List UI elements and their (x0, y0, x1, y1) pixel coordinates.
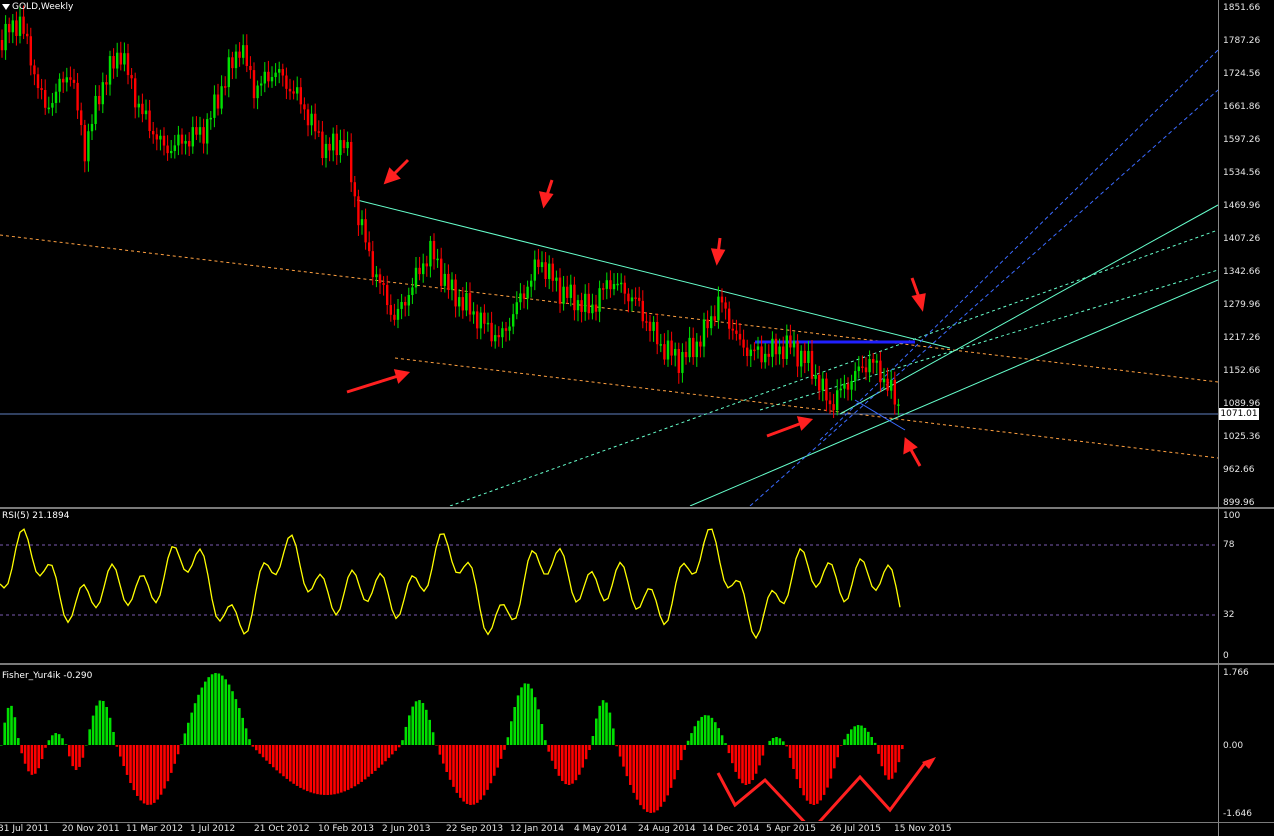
price-label: 1724.56 (1223, 69, 1261, 79)
price-label: 1152.66 (1223, 366, 1261, 376)
price-label: 1279.96 (1223, 300, 1261, 310)
rsi-pane[interactable]: RSI(5) 21.1894 (0, 509, 1274, 661)
fisher-level-label: 1.766 (1223, 668, 1249, 678)
rsi-level-label: 0 (1223, 651, 1229, 661)
price-label: 1534.56 (1223, 168, 1261, 178)
time-label: 14 Dec 2014 (702, 824, 760, 834)
current-price-badge: 1071.01 (1219, 408, 1259, 420)
time-label: 5 Apr 2015 (766, 824, 816, 834)
time-label: 1 Jul 2012 (190, 824, 236, 834)
fisher-level-label: 0.00 (1223, 741, 1244, 751)
time-label: 10 Feb 2013 (318, 824, 375, 834)
price-label: 1597.26 (1223, 135, 1261, 145)
price-label: 1342.66 (1223, 267, 1261, 277)
time-label: 26 Jul 2015 (830, 824, 881, 834)
chart-title: GOLD,Weekly (12, 2, 74, 12)
price-label: 1661.86 (1223, 102, 1261, 112)
time-label: 2 Jun 2013 (382, 824, 431, 834)
time-label: 12 Jan 2014 (510, 824, 564, 834)
price-label: 1787.26 (1223, 36, 1261, 46)
time-label: 21 Oct 2012 (254, 824, 310, 834)
time-label: 11 Mar 2012 (126, 824, 184, 834)
rsi-chart[interactable] (0, 509, 1218, 661)
price-label: 1217.26 (1223, 333, 1261, 343)
price-label: 1407.26 (1223, 234, 1261, 244)
rsi-level-label: 78 (1223, 540, 1235, 550)
rsi-level-label: 100 (1223, 511, 1241, 521)
time-label: 20 Nov 2011 (62, 824, 120, 834)
price-label: 1851.66 (1223, 3, 1261, 13)
time-label: 24 Aug 2014 (638, 824, 696, 834)
price-label: 1469.96 (1223, 201, 1261, 211)
price-label: 899.96 (1223, 498, 1255, 508)
time-axis[interactable]: 31 Jul 2011 20 Nov 2011 11 Mar 2012 1 Ju… (0, 823, 1218, 836)
time-label: 15 Nov 2015 (894, 824, 952, 834)
chevron-down-icon[interactable] (2, 4, 10, 10)
fisher-pane[interactable]: Fisher_Yur4ik -0.290 (0, 665, 1274, 821)
time-label: 4 May 2014 (574, 824, 627, 834)
fisher-level-label: -1.646 (1223, 809, 1253, 819)
price-pane[interactable]: GOLD,Weekly (0, 0, 1274, 506)
price-label: 962.66 (1223, 465, 1255, 475)
rsi-level-label: 32 (1223, 610, 1235, 620)
time-label: 31 Jul 2011 (0, 824, 49, 834)
price-label: 1025.36 (1223, 432, 1261, 442)
price-chart[interactable] (0, 0, 1218, 506)
annotation-arrows (346, 158, 926, 467)
candles (0, 5, 900, 418)
time-label: 22 Sep 2013 (446, 824, 504, 834)
rsi-title: RSI(5) 21.1894 (2, 511, 70, 521)
fisher-chart[interactable] (0, 665, 1218, 821)
fisher-title: Fisher_Yur4ik -0.290 (2, 671, 93, 681)
